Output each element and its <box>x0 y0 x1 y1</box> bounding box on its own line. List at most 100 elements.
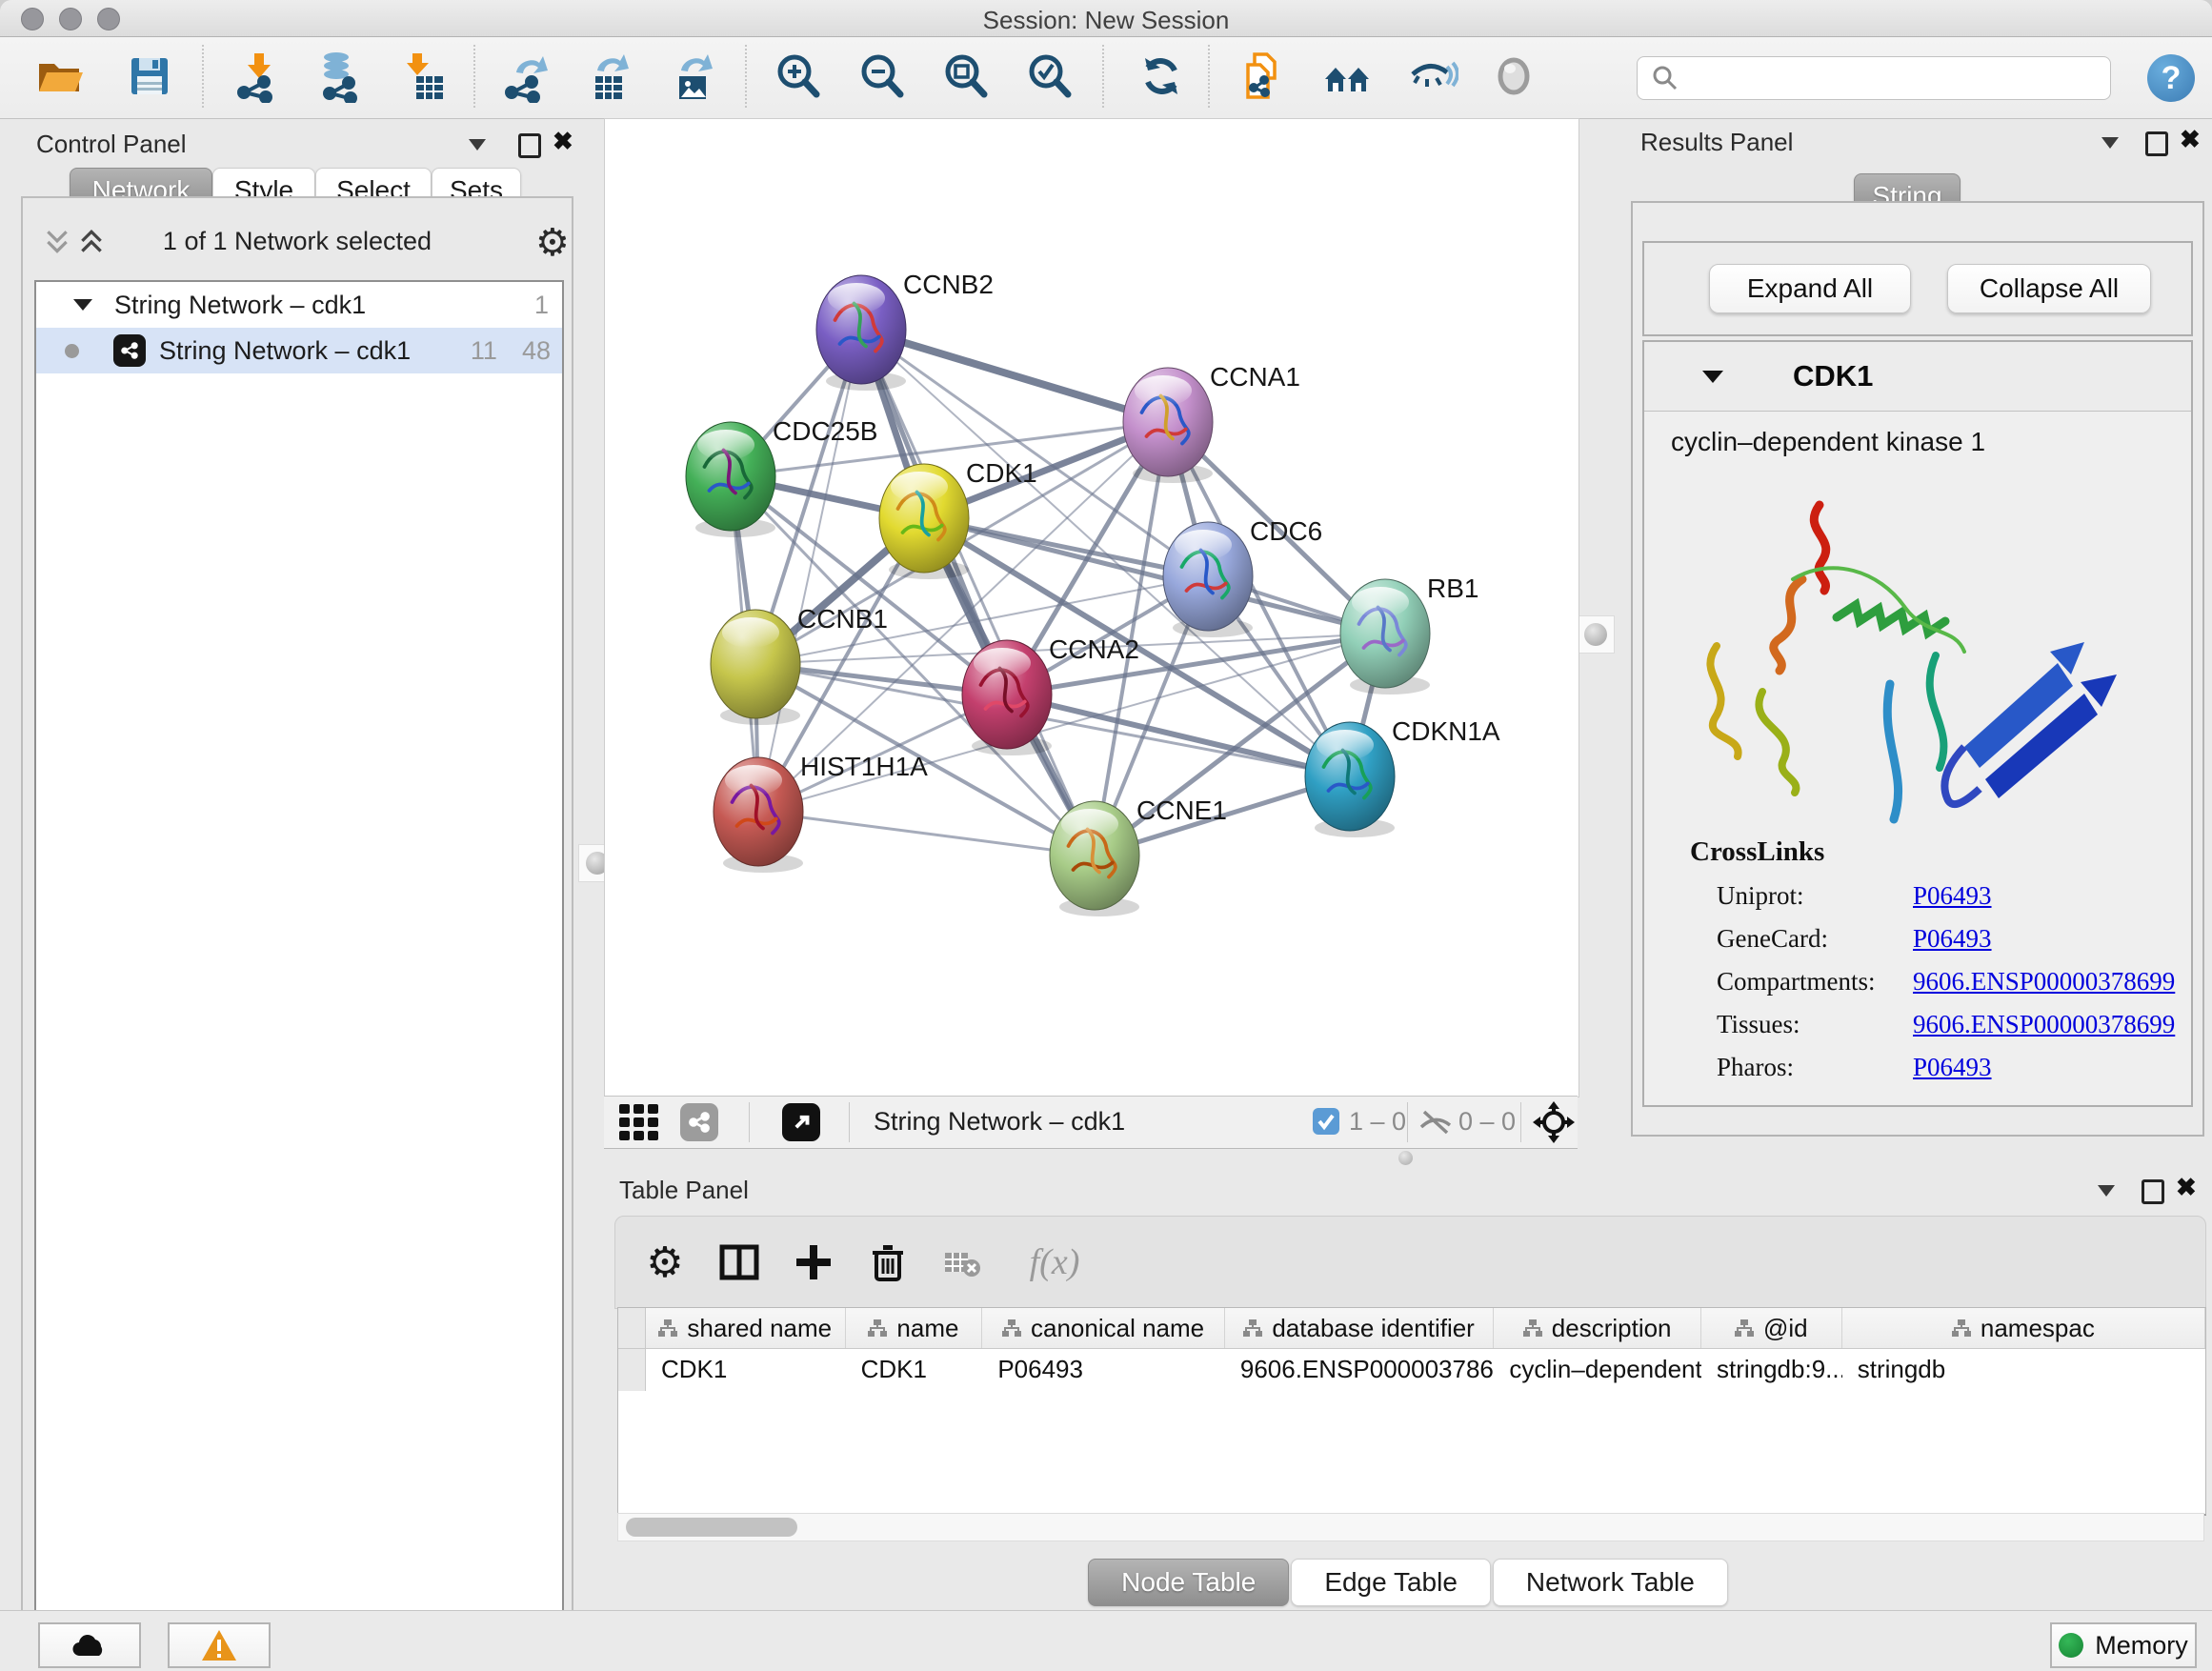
add-column-icon[interactable] <box>789 1238 838 1287</box>
crosslink-link[interactable]: 9606.ENSP00000378699 <box>1913 967 2175 997</box>
tree-root-count: 1 <box>534 291 549 320</box>
network-canvas[interactable]: CCNB2CCNA1CDC25BCDK1CDC6RB1CCNB1CCNA2CDK… <box>604 118 1579 1097</box>
export-network-button[interactable] <box>500 49 555 104</box>
table-panel-menu-button[interactable] <box>2098 1185 2115 1197</box>
network-node-CCNB1[interactable] <box>711 610 800 718</box>
network-tree-root-row[interactable]: String Network – cdk1 1 <box>36 282 562 328</box>
tab-edge-table[interactable]: Edge Table <box>1291 1559 1491 1606</box>
move-crosshair-icon[interactable] <box>1533 1101 1575 1148</box>
table-cell[interactable]: CDK1 <box>646 1349 846 1391</box>
control-panel-close-button[interactable]: ✖ <box>553 131 573 154</box>
table-panel-close-button[interactable]: ✖ <box>2176 1178 2197 1200</box>
export-table-button[interactable] <box>581 49 636 104</box>
collapse-all-button[interactable]: Collapse All <box>1947 264 2151 313</box>
network-edge-HIST1H1A-CCNE1[interactable] <box>758 812 1095 856</box>
table-cell[interactable]: 9606.ENSP00000378699 <box>1225 1349 1494 1391</box>
search-input[interactable] <box>1689 60 2110 96</box>
delete-table-icon[interactable] <box>937 1238 987 1287</box>
results-panel-close-button[interactable]: ✖ <box>2180 130 2201 152</box>
table-settings-gear-icon[interactable]: ⚙ <box>640 1238 690 1287</box>
tab-network-table[interactable]: Network Table <box>1493 1559 1728 1606</box>
results-panel-float-button[interactable] <box>2145 131 2168 156</box>
network-node-CCNB2[interactable] <box>816 275 906 384</box>
column-header-namespac[interactable]: namespac <box>1842 1308 2205 1348</box>
control-panel-menu-button[interactable] <box>469 139 486 151</box>
column-header--id[interactable]: @id <box>1701 1308 1842 1348</box>
right-splitter-handle[interactable] <box>1577 615 1615 654</box>
hidden-eye-icon[interactable] <box>1418 1108 1453 1141</box>
network-edge-CCNB2-HIST1H1A[interactable] <box>758 330 861 812</box>
show-all-button[interactable] <box>1486 49 1541 104</box>
network-tree-child-row[interactable]: String Network – cdk1 11 48 <box>36 328 562 373</box>
column-header-canonical-name[interactable]: canonical name <box>982 1308 1225 1348</box>
export-image-button[interactable] <box>665 49 720 104</box>
network-node-CCNA1[interactable] <box>1123 368 1213 476</box>
column-header-database-identifier[interactable]: database identifier <box>1225 1308 1494 1348</box>
zoom-out-button[interactable] <box>855 49 910 104</box>
table-cell[interactable]: stringdb:9... <box>1701 1349 1842 1391</box>
bottom-splitter-handle[interactable] <box>1398 1151 1413 1165</box>
column-header-description[interactable]: description <box>1494 1308 1701 1348</box>
table-cell[interactable]: CDK1 <box>846 1349 983 1391</box>
table-data-row[interactable]: CDK1CDK1P064939606.ENSP00000378699cyclin… <box>618 1349 2205 1391</box>
save-session-button[interactable] <box>122 49 177 104</box>
zoom-in-button[interactable] <box>771 49 826 104</box>
table-panel-float-button[interactable] <box>2142 1179 2164 1204</box>
memory-button[interactable]: Memory <box>2050 1622 2197 1668</box>
zoom-fit-button[interactable] <box>938 49 994 104</box>
scrollbar-thumb[interactable] <box>626 1518 797 1537</box>
import-network-database-button[interactable] <box>312 49 368 104</box>
first-neighbors-button[interactable] <box>1320 49 1376 104</box>
crosslink-link[interactable]: P06493 <box>1913 924 1992 954</box>
delete-column-trash-icon[interactable] <box>863 1238 913 1287</box>
table-cell[interactable]: P06493 <box>982 1349 1225 1391</box>
warnings-button[interactable] <box>168 1622 271 1668</box>
network-graph[interactable]: CCNB2CCNA1CDC25BCDK1CDC6RB1CCNB1CCNA2CDK… <box>605 119 1579 1097</box>
network-type-icon <box>113 334 146 367</box>
table-horizontal-scrollbar[interactable] <box>617 1513 2204 1541</box>
help-button[interactable]: ? <box>2147 54 2195 102</box>
network-node-HIST1H1A[interactable] <box>714 757 803 866</box>
network-node-CDC6[interactable] <box>1163 522 1253 631</box>
results-panel-menu-button[interactable] <box>2101 137 2119 149</box>
import-table-button[interactable] <box>394 49 450 104</box>
hide-selected-button[interactable] <box>1404 49 1459 104</box>
network-share-icon[interactable] <box>680 1103 718 1141</box>
control-panel-float-button[interactable] <box>518 133 541 158</box>
crosslink-row: Uniprot:P06493 <box>1644 881 2191 911</box>
protein-entry-box: CDK1 cyclin–dependent kinase 1 <box>1642 340 2193 1107</box>
expand-all-button[interactable]: Expand All <box>1709 264 1911 313</box>
table-columns-icon[interactable] <box>714 1238 764 1287</box>
column-header-shared-name[interactable]: shared name <box>646 1308 846 1348</box>
network-node-CCNA2[interactable] <box>962 640 1052 749</box>
network-node-CDKN1A[interactable] <box>1305 722 1395 831</box>
column-header-name[interactable]: name <box>846 1308 983 1348</box>
table-cell[interactable]: stringdb <box>1842 1349 2205 1391</box>
function-builder-icon[interactable]: f(x) <box>1012 1238 1097 1287</box>
protein-entry-header[interactable]: CDK1 <box>1644 342 2191 412</box>
tree-collapse-icon[interactable] <box>72 296 93 313</box>
clone-network-button[interactable] <box>1235 49 1290 104</box>
import-network-icon <box>231 50 285 103</box>
network-node-CDK1[interactable] <box>879 464 969 573</box>
network-node-CCNE1[interactable] <box>1050 801 1139 910</box>
selected-checkbox-icon[interactable] <box>1312 1107 1340 1140</box>
entry-collapse-icon[interactable] <box>1701 368 1724 385</box>
network-list-gear-icon[interactable]: ⚙ <box>535 221 570 265</box>
open-session-button[interactable] <box>31 49 87 104</box>
tab-node-table[interactable]: Node Table <box>1088 1559 1289 1606</box>
crosslink-link[interactable]: P06493 <box>1913 881 1992 911</box>
cloud-status-button[interactable] <box>38 1622 141 1668</box>
network-node-CDC25B[interactable] <box>686 422 775 531</box>
crosslink-link[interactable]: P06493 <box>1913 1053 1992 1082</box>
apply-layout-button[interactable] <box>1134 49 1189 104</box>
network-edge-CCNB2-CCNA1[interactable] <box>861 330 1168 422</box>
zoom-selected-button[interactable] <box>1022 49 1077 104</box>
network-node-RB1[interactable] <box>1340 579 1430 688</box>
import-network-file-button[interactable] <box>231 49 286 104</box>
birds-eye-view-icon[interactable] <box>782 1103 820 1141</box>
table-cell[interactable]: cyclin–dependent ... <box>1494 1349 1701 1391</box>
export-table-icon <box>582 50 635 103</box>
crosslink-link[interactable]: 9606.ENSP00000378699 <box>1913 1010 2175 1039</box>
grid-view-icon[interactable] <box>619 1104 659 1145</box>
